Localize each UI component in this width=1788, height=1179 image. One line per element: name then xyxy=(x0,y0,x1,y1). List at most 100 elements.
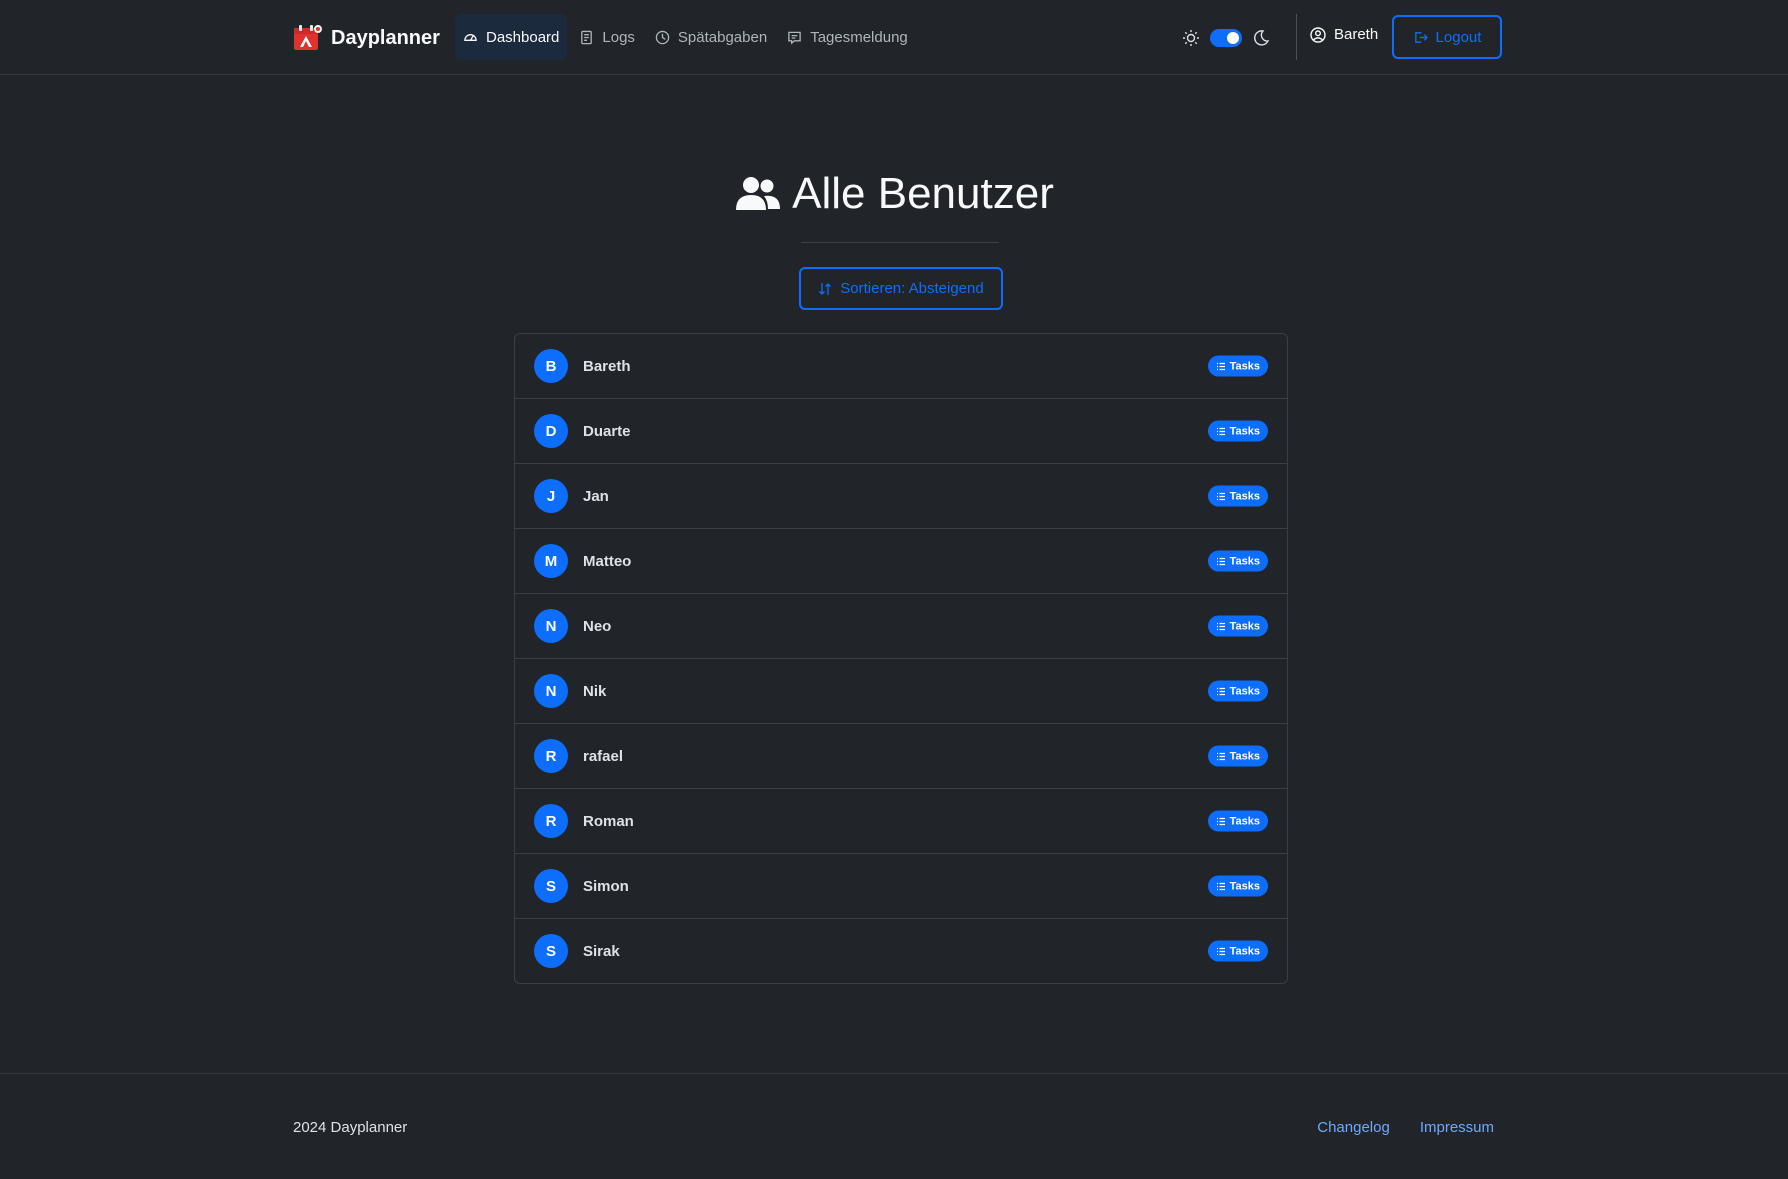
user-name: Matteo xyxy=(583,552,632,570)
changelog-link[interactable]: Changelog xyxy=(1317,1119,1390,1136)
tasks-button[interactable]: Tasks xyxy=(1207,485,1268,507)
tasks-label: Tasks xyxy=(1229,880,1260,892)
tasks-button[interactable]: Tasks xyxy=(1207,745,1268,767)
user-list-item: Rrafael Tasks xyxy=(515,723,1287,788)
sun-icon xyxy=(1183,30,1199,46)
list-icon xyxy=(1216,882,1225,890)
nav-item-logs[interactable]: Logs xyxy=(571,14,643,60)
chat-icon xyxy=(788,31,801,45)
nav-item-dashboard[interactable]: Dashboard xyxy=(455,14,568,60)
user-list-item: R Roman Tasks xyxy=(515,788,1287,853)
page-title-text: Alle Benutzer xyxy=(792,169,1054,218)
nav-item-label: Dashboard xyxy=(486,28,560,46)
logout-label: Logout xyxy=(1435,28,1482,46)
main-nav: Dashboard Logs Spätabgaben Tagesmeldung xyxy=(455,14,916,60)
avatar: M xyxy=(534,544,568,578)
list-icon xyxy=(1216,947,1225,955)
tasks-label: Tasks xyxy=(1229,490,1260,502)
user-profile-link[interactable]: Bareth xyxy=(1310,26,1378,43)
avatar: S xyxy=(534,869,568,903)
user-list-item: B Bareth Tasks xyxy=(515,334,1287,398)
avatar: J xyxy=(534,479,568,513)
nav-item-label: Logs xyxy=(602,28,635,46)
nav-divider xyxy=(1296,14,1297,60)
user-list: B Bareth Tasks D Duarte Tasks J Jan Tasks M Matteo… xyxy=(514,333,1288,984)
user-name: Nik xyxy=(583,682,607,700)
avatar: D xyxy=(534,414,568,448)
avatar: R xyxy=(534,804,568,838)
tasks-button[interactable]: Tasks xyxy=(1207,810,1268,832)
brand-link[interactable]: Dayplanner xyxy=(291,20,440,56)
user-name: Sirak xyxy=(583,942,620,960)
current-user-name: Bareth xyxy=(1334,26,1379,43)
dark-mode-switch[interactable] xyxy=(1210,29,1242,47)
list-icon xyxy=(1216,622,1225,630)
document-icon xyxy=(581,30,593,44)
tasks-label: Tasks xyxy=(1229,945,1260,957)
title-divider xyxy=(801,242,999,243)
nav-item-label: Spätabgaben xyxy=(677,28,768,46)
tasks-button[interactable]: Tasks xyxy=(1207,615,1268,637)
avatar: N xyxy=(534,674,568,708)
sort-button[interactable]: Sortieren: Absteigend xyxy=(799,267,1003,310)
user-list-item: M Matteo Tasks xyxy=(515,528,1287,593)
user-name: Bareth xyxy=(583,357,631,375)
logout-icon xyxy=(1414,31,1428,43)
users-icon xyxy=(736,177,781,210)
theme-toggle xyxy=(1182,22,1270,54)
user-name: Roman xyxy=(583,812,634,830)
user-list-item: D Duarte Tasks xyxy=(515,398,1287,463)
tasks-button[interactable]: Tasks xyxy=(1207,940,1268,962)
avatar: B xyxy=(534,349,568,383)
tasks-label: Tasks xyxy=(1229,555,1260,567)
user-list-item: S Simon Tasks xyxy=(515,853,1287,918)
tasks-label: Tasks xyxy=(1229,425,1260,437)
user-name: Duarte xyxy=(583,422,631,440)
user-list-item: S Sirak Tasks xyxy=(515,918,1287,983)
tasks-button[interactable]: Tasks xyxy=(1207,355,1268,377)
tasks-label: Tasks xyxy=(1229,750,1260,762)
user-list-item: J Jan Tasks xyxy=(515,463,1287,528)
sort-icon xyxy=(819,282,832,295)
tasks-button[interactable]: Tasks xyxy=(1207,420,1268,442)
impressum-link[interactable]: Impressum xyxy=(1420,1119,1494,1136)
tasks-label: Tasks xyxy=(1229,815,1260,827)
list-icon xyxy=(1216,687,1225,695)
user-name: Neo xyxy=(583,617,612,635)
footer-links: Changelog Impressum xyxy=(1317,1119,1494,1136)
tasks-button[interactable]: Tasks xyxy=(1207,550,1268,572)
user-name: Jan xyxy=(583,487,609,505)
tasks-button[interactable]: Tasks xyxy=(1207,680,1268,702)
tasks-button[interactable]: Tasks xyxy=(1207,875,1268,897)
user-name: rafael xyxy=(583,747,624,765)
tasks-label: Tasks xyxy=(1229,685,1260,697)
list-icon xyxy=(1216,752,1225,760)
list-icon xyxy=(1216,427,1225,435)
user-list-item: N Nik Tasks xyxy=(515,658,1287,723)
avatar: R xyxy=(534,739,568,773)
page-title: Alle Benutzer xyxy=(0,162,1788,226)
tasks-label: Tasks xyxy=(1229,620,1260,632)
nav-item-spaetabgaben[interactable]: Spätabgaben xyxy=(647,14,775,60)
user-circle-icon xyxy=(1310,26,1326,43)
footer: 2024 Dayplanner Changelog Impressum xyxy=(0,1073,1788,1179)
moon-icon xyxy=(1254,30,1270,46)
logout-button[interactable]: Logout xyxy=(1392,15,1502,59)
tasks-label: Tasks xyxy=(1229,360,1260,372)
clock-icon xyxy=(655,30,670,44)
nav-item-tagesmeldung[interactable]: Tagesmeldung xyxy=(779,14,916,60)
user-name: Simon xyxy=(583,877,629,895)
speedometer-icon xyxy=(464,33,477,41)
list-icon xyxy=(1216,817,1225,825)
list-icon xyxy=(1216,492,1225,500)
copyright-text: 2024 Dayplanner xyxy=(293,1119,408,1136)
avatar: N xyxy=(534,609,568,643)
sort-label: Sortieren: Absteigend xyxy=(840,280,984,297)
brand-name: Dayplanner xyxy=(331,26,440,49)
nav-item-label: Tagesmeldung xyxy=(810,28,908,46)
calendar-logo-icon xyxy=(294,25,322,50)
list-icon xyxy=(1216,557,1225,565)
top-navbar: Dayplanner Dashboard Logs Spätabgaben Ta… xyxy=(0,0,1788,75)
avatar: S xyxy=(534,934,568,968)
list-icon xyxy=(1216,362,1225,370)
